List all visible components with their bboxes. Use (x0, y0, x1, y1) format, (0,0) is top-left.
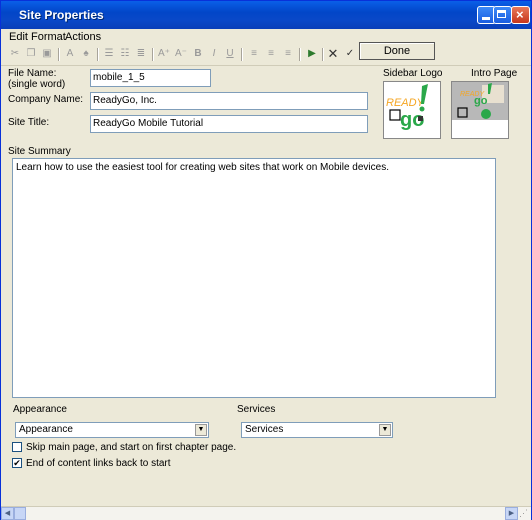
decrease-font-icon[interactable]: A⁻ (174, 47, 188, 61)
company-name-field[interactable]: ReadyGo, Inc. (90, 92, 368, 110)
menu-format[interactable]: Format (31, 29, 66, 45)
maximize-icon (497, 10, 506, 18)
cut-icon[interactable]: ✂ (8, 47, 22, 61)
checkmark-icon: ✔ (13, 458, 21, 468)
scrollbar-thumb[interactable] (14, 507, 26, 520)
bold-icon[interactable]: B (191, 47, 205, 61)
chevron-down-icon[interactable]: ▼ (379, 424, 391, 436)
site-properties-window: Site Properties × Edit Format Actions ✂ … (0, 0, 532, 520)
close-button[interactable]: × (511, 6, 530, 24)
site-summary-textarea[interactable]: Learn how to use the easiest tool for cr… (12, 158, 496, 398)
toolbar-separator (241, 48, 243, 61)
menu-edit[interactable]: Edit (9, 29, 28, 45)
logo-ready-text: READY (386, 97, 425, 109)
services-selected-value: Services (245, 424, 284, 435)
site-title-field[interactable]: ReadyGo Mobile Tutorial (90, 115, 368, 133)
file-name-hint: (single word) (8, 79, 66, 90)
paste-icon[interactable]: ▣ (40, 47, 54, 61)
resize-grip-icon[interactable]: ⋰ (519, 508, 531, 520)
company-name-label: Company Name: (8, 94, 84, 105)
bullet-list-icon[interactable]: ☰ (102, 47, 116, 61)
toolbar-separator (97, 48, 99, 61)
maximize-button[interactable] (493, 6, 512, 24)
sidebar-logo-label: Sidebar Logo (383, 68, 443, 79)
readygo-logo-icon: READY go (386, 84, 428, 131)
scroll-left-icon[interactable]: ◀ (1, 507, 14, 520)
italic-icon[interactable]: I (207, 47, 221, 61)
appearance-label: Appearance (13, 404, 67, 415)
toolbar: ✂ ❐ ▣ A ♠ ☰ ☷ ≣ A⁺ A⁻ B I U ≡ ≡ ≡ ▶ ✕ ✓ (1, 45, 531, 66)
end-links-label: End of content links back to start (26, 458, 171, 469)
services-label: Services (237, 404, 276, 415)
numbered-list-icon[interactable]: ☷ (118, 47, 132, 61)
chevron-down-icon[interactable]: ▼ (195, 424, 207, 436)
skip-main-checkbox[interactable] (12, 442, 22, 452)
align-right-icon[interactable]: ≡ (281, 47, 295, 61)
underline-icon[interactable]: U (223, 47, 237, 61)
indent-icon[interactable]: ≣ (134, 47, 148, 61)
title-bar[interactable]: Site Properties × (1, 1, 531, 29)
scroll-right-icon[interactable]: ▶ (505, 507, 518, 520)
appearance-select[interactable]: Appearance ▼ (15, 422, 209, 438)
site-summary-label: Site Summary (8, 146, 71, 157)
end-links-checkbox[interactable]: ✔ (12, 458, 22, 468)
file-name-label: File Name: (8, 68, 57, 79)
intro-go-text: go (474, 95, 488, 107)
services-select[interactable]: Services ▼ (241, 422, 393, 438)
done-button[interactable]: Done (359, 42, 435, 60)
align-left-icon[interactable]: ≡ (247, 47, 261, 61)
sidebar-logo-image[interactable]: READY go (383, 81, 441, 139)
site-title-label: Site Title: (8, 117, 50, 128)
spellcheck-icon[interactable]: ✓ (343, 47, 357, 61)
copy-icon[interactable]: ❐ (24, 47, 38, 61)
close-icon: × (516, 7, 524, 22)
skip-main-label: Skip main page, and start on first chapt… (26, 442, 237, 453)
toolbar-separator (299, 48, 301, 61)
file-name-field[interactable]: mobile_1_5 (90, 69, 211, 87)
toolbar-separator (58, 48, 60, 61)
appearance-selected-value: Appearance (19, 424, 73, 435)
minimize-icon (482, 17, 490, 20)
delete-icon[interactable]: ✕ (326, 47, 340, 61)
font-icon[interactable]: A (63, 47, 77, 61)
align-center-icon[interactable]: ≡ (264, 47, 278, 61)
menu-actions[interactable]: Actions (65, 29, 101, 45)
toolbar-separator (152, 48, 154, 61)
window-title: Site Properties (19, 8, 104, 22)
horizontal-scrollbar[interactable]: ◀ ▶ ⋰ (1, 506, 531, 520)
font-color-icon[interactable]: ♠ (79, 47, 93, 61)
intro-page-preview-icon: READY go (452, 82, 508, 138)
increase-font-icon[interactable]: A⁺ (157, 47, 171, 61)
menu-bar: Edit Format Actions (1, 29, 531, 45)
intro-page-image[interactable]: READY go (451, 81, 509, 139)
intro-page-label: Intro Page (471, 68, 518, 79)
insert-link-icon[interactable]: ▶ (305, 47, 319, 61)
toolbar-separator (322, 48, 324, 61)
